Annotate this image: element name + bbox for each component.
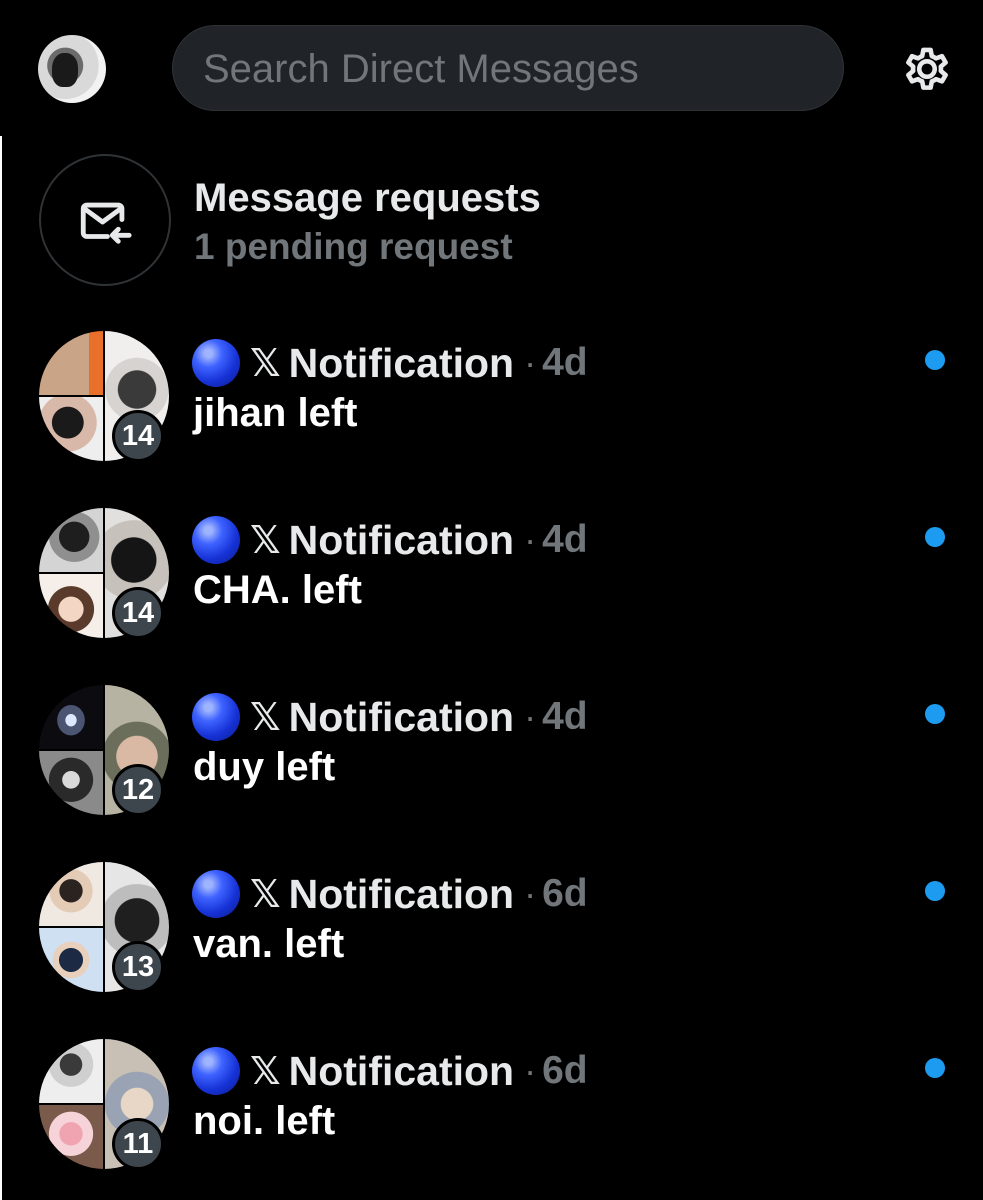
member-photo [39, 574, 103, 638]
blue-globe-icon [192, 1047, 240, 1095]
conversation-name: Notification [288, 693, 515, 740]
separator: · [524, 873, 537, 914]
x-logo-icon: 𝕏 [250, 341, 281, 385]
search-input[interactable]: Search Direct Messages [172, 25, 844, 111]
member-photo [39, 751, 103, 815]
account-avatar[interactable] [38, 35, 106, 103]
x-logo-icon: 𝕏 [250, 1049, 281, 1093]
conversation-preview: noi. left [193, 1099, 336, 1143]
member-count-badge: 12 [112, 764, 164, 816]
member-photo [39, 1039, 103, 1103]
unread-indicator [925, 1058, 945, 1078]
member-photo [39, 508, 103, 572]
member-photo [39, 1105, 103, 1169]
separator: · [524, 342, 537, 383]
conversation-header: 𝕏 Notification · 6d [192, 866, 588, 922]
x-logo-icon: 𝕏 [250, 872, 281, 916]
x-logo-icon: 𝕏 [250, 518, 281, 562]
search-placeholder: Search Direct Messages [203, 47, 639, 91]
conversation-preview: van. left [193, 922, 345, 966]
conversation-header: 𝕏 Notification · 4d [192, 689, 588, 745]
blue-globe-icon [192, 516, 240, 564]
x-logo-icon: 𝕏 [250, 695, 281, 739]
conversation-name: Notification [288, 516, 515, 563]
conversation-header: 𝕏 Notification · 6d [192, 1043, 588, 1099]
message-requests-title: Message requests [194, 176, 541, 220]
conversation-time: 4d [542, 695, 588, 738]
member-count-badge: 14 [112, 587, 164, 639]
member-count-badge: 13 [112, 941, 164, 993]
unread-indicator [925, 704, 945, 724]
conversation-time: 6d [542, 872, 588, 915]
conversation-time: 4d [542, 518, 588, 561]
member-count-badge: 11 [112, 1118, 164, 1170]
separator: · [524, 696, 537, 737]
separator: · [524, 519, 537, 560]
unread-indicator [925, 350, 945, 370]
mail-incoming-icon [80, 202, 132, 244]
dm-header: Search Direct Messages [0, 0, 983, 136]
conversation-time: 4d [542, 341, 588, 384]
blue-globe-icon [192, 339, 240, 387]
member-photo [39, 397, 103, 461]
conversation-row[interactable]: 14 𝕏 Notification · 4d jihan left [0, 331, 983, 491]
conversation-header: 𝕏 Notification · 4d [192, 335, 588, 391]
blue-globe-icon [192, 870, 240, 918]
conversation-row[interactable]: 11 𝕏 Notification · 6d noi. left [0, 1039, 983, 1199]
conversation-row[interactable]: 12 𝕏 Notification · 4d duy left [0, 685, 983, 845]
conversation-name: Notification [288, 870, 515, 917]
conversation-preview: jihan left [193, 391, 358, 435]
message-requests-subtitle: 1 pending request [194, 226, 513, 267]
unread-indicator [925, 527, 945, 547]
member-photo [39, 331, 103, 395]
member-photo [39, 685, 103, 749]
message-requests-row[interactable]: Message requests 1 pending request [0, 150, 983, 295]
conversation-preview: CHA. left [193, 568, 362, 612]
conversation-time: 6d [542, 1049, 588, 1092]
blue-globe-icon [192, 693, 240, 741]
member-photo [39, 862, 103, 926]
gear-icon[interactable] [898, 40, 956, 98]
message-requests-icon-circle [39, 154, 171, 286]
conversation-name: Notification [288, 1047, 515, 1094]
conversation-header: 𝕏 Notification · 4d [192, 512, 588, 568]
member-count-badge: 14 [112, 410, 164, 462]
member-photo [39, 928, 103, 992]
conversation-name: Notification [288, 339, 515, 386]
conversation-row[interactable]: 13 𝕏 Notification · 6d van. left [0, 862, 983, 1022]
separator: · [524, 1050, 537, 1091]
conversation-preview: duy left [193, 745, 336, 789]
conversation-row[interactable]: 14 𝕏 Notification · 4d CHA. left [0, 508, 983, 668]
unread-indicator [925, 881, 945, 901]
